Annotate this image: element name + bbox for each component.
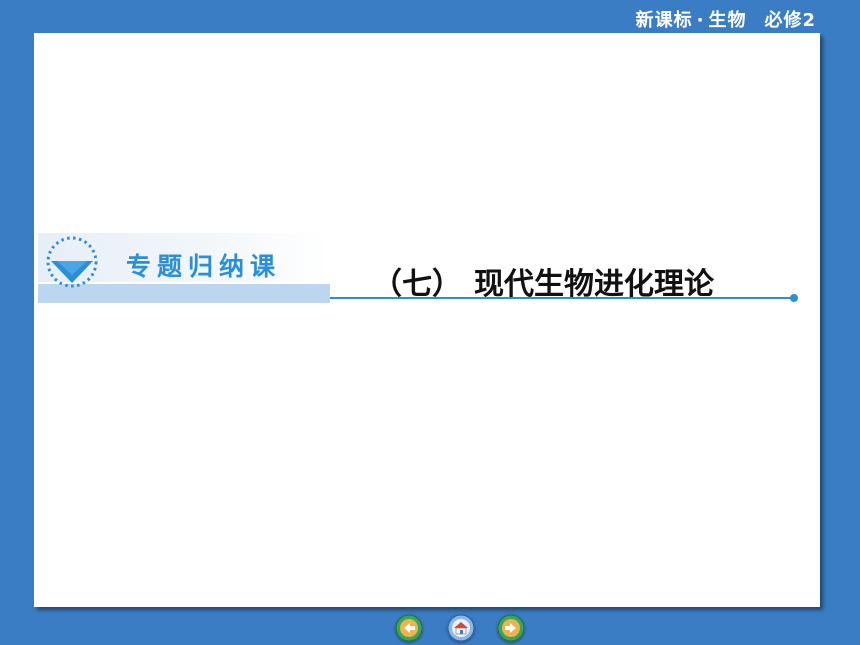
header-separator: · — [696, 10, 705, 31]
title-underline — [330, 297, 792, 299]
slide-navigation — [0, 613, 860, 643]
banner-label: 专题归纳课 — [126, 252, 282, 281]
header-subject: 生物 — [708, 10, 747, 31]
next-page-icon[interactable] — [497, 614, 525, 642]
header-text: 新课标 · 生物 必修2 — [636, 6, 816, 32]
topic-banner: 专题归纳课 — [38, 233, 330, 303]
header-edition: 必修2 — [764, 10, 816, 31]
title-underline-dot — [790, 294, 798, 302]
slide-canvas: 专题归纳课 （七） 现代生物进化理论 — [34, 33, 820, 607]
chevron-down-circle-icon — [46, 236, 98, 288]
home-icon[interactable] — [447, 614, 475, 642]
previous-page-icon[interactable] — [395, 614, 423, 642]
header-course: 新课标 — [635, 10, 693, 31]
